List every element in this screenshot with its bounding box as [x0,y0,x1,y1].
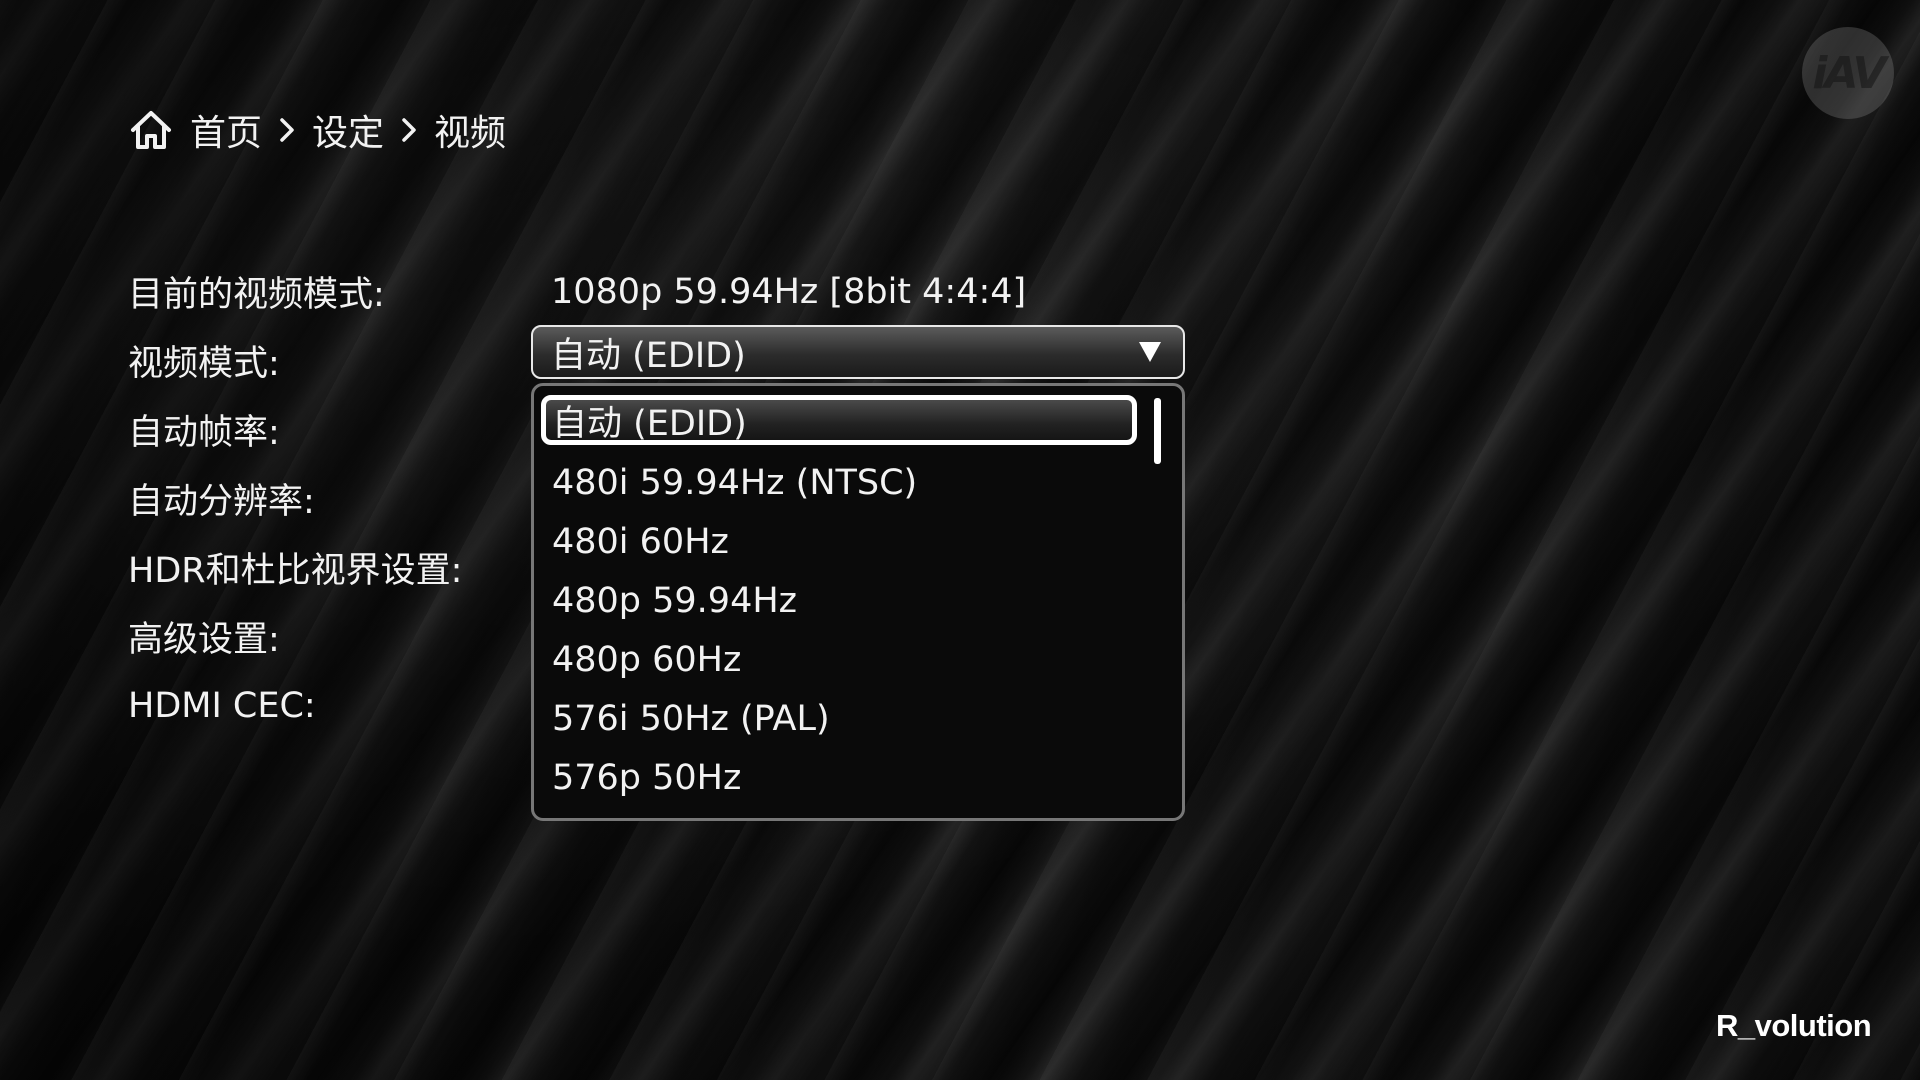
iav-watermark-logo: iAV [1802,27,1894,119]
label-current-video-mode: 目前的视频模式: [128,275,385,315]
dropdown-option[interactable]: 576i 50Hz (PAL) [552,690,1112,748]
label-hdr-dolby-vision-settings[interactable]: HDR和杜比视界设置: [128,533,462,602]
video-mode-dropdown-list[interactable]: 自动 (EDID) 480i 59.94Hz (NTSC) 480i 60Hz … [531,383,1185,821]
video-mode-selected-value: 自动 (EDID) [551,335,746,376]
dropdown-option-selected[interactable]: 自动 (EDID) [541,395,1137,445]
chevron-right-icon [400,116,418,144]
video-mode-select[interactable]: 自动 (EDID) [531,325,1185,379]
settings-list: 目前的视频模式: 视频模式: 自动帧率: 自动分辨率: HDR和杜比视界设置: … [128,257,462,740]
label-auto-frame-rate[interactable]: 自动帧率: [128,395,462,464]
label-auto-resolution[interactable]: 自动分辨率: [128,464,462,533]
home-icon[interactable] [128,108,174,152]
dropdown-option[interactable]: 480i 60Hz [552,513,1112,571]
triangle-down-icon [1139,342,1161,362]
label-video-mode[interactable]: 视频模式: [128,326,462,395]
scrollbar-thumb[interactable] [1154,398,1161,464]
dropdown-option[interactable]: 480i 59.94Hz (NTSC) [552,454,1112,512]
chevron-right-icon [278,116,296,144]
label-advanced-settings[interactable]: 高级设置: [128,602,462,671]
dropdown-option[interactable]: 480p 60Hz [552,631,1112,689]
current-video-mode-value: 1080p 59.94Hz [8bit 4:4:4] [551,271,1027,312]
breadcrumb: 首页 设定 视频 [128,104,506,156]
dropdown-option[interactable]: 480p 59.94Hz [552,572,1112,630]
dropdown-option[interactable]: 576p 50Hz [552,749,1112,807]
breadcrumb-item-home[interactable]: 首页 [190,104,262,156]
breadcrumb-item-settings[interactable]: 设定 [312,104,384,156]
revolution-brand-logo: R_volution [1716,1008,1872,1043]
label-hdmi-cec[interactable]: HDMI CEC: [128,671,462,740]
breadcrumb-item-video: 视频 [434,113,507,154]
